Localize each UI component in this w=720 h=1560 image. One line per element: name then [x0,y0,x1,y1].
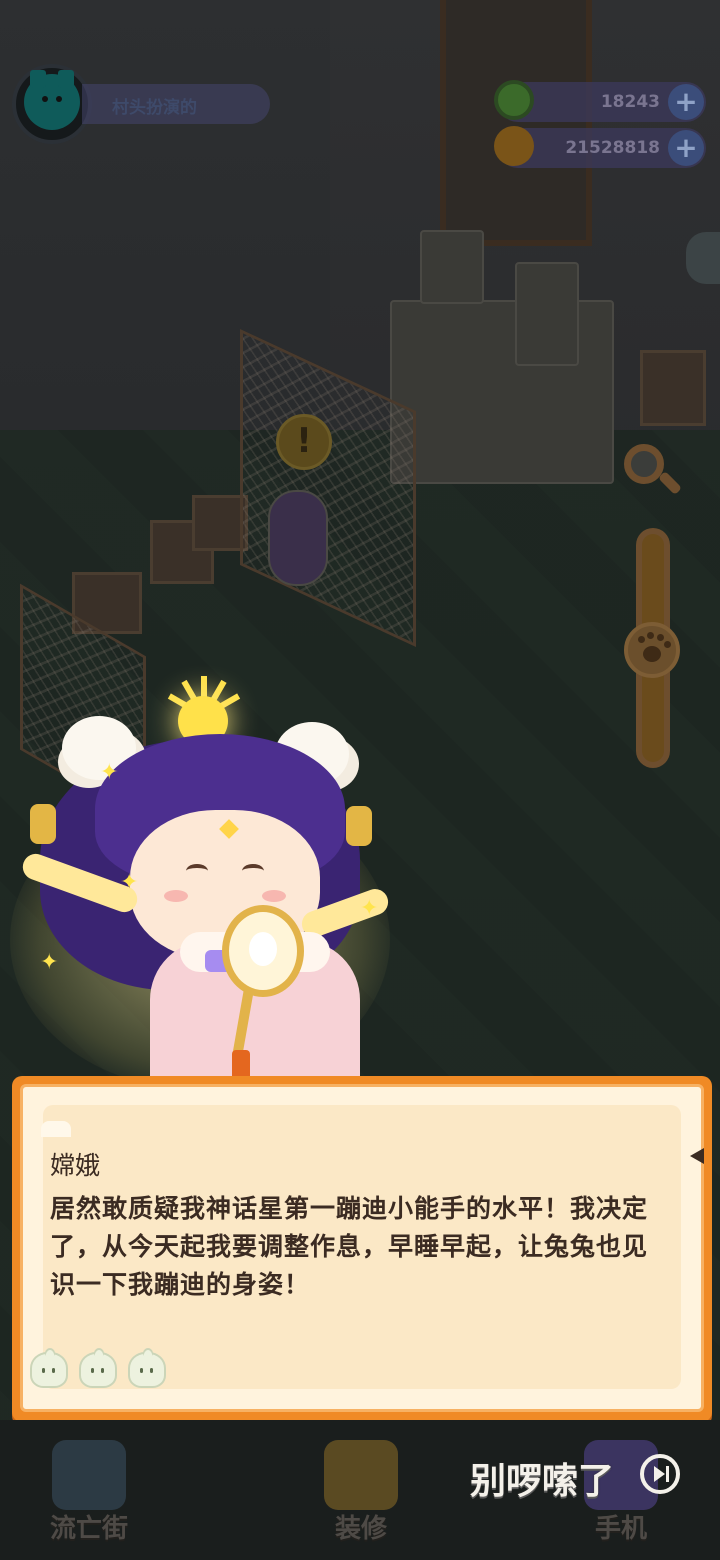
sparkle-icon: ✦ [100,760,119,785]
wall-frame [440,0,592,246]
npc-character [268,490,328,586]
currency-donut: 18243 + [494,80,706,122]
planet-coin-icon [494,126,534,166]
nav-label: 手机 [594,1514,647,1544]
nav-decorate-button[interactable]: 装修 [306,1440,416,1550]
currency-value: 18243 [600,92,660,112]
add-currency-button[interactable]: + [668,130,704,166]
green-donut-coin-icon [494,80,534,120]
crate [640,350,706,426]
bun-decoration [30,1352,172,1392]
street-icon [52,1440,126,1510]
zoom-magnifier-icon[interactable] [620,440,684,500]
bun-icon [128,1352,167,1388]
sparkle-icon: ✦ [360,896,379,921]
small-appliance [515,262,579,366]
dialog-box[interactable]: 嫦娥 居然敢质疑我神话星第一蹦迪小能手的水平！我决定了，从今天起我要调整作息，早… [12,1076,712,1422]
hand-mirror-icon [222,905,304,997]
player-profile[interactable]: 村头扮演的 [12,64,270,144]
decorate-icon [324,1440,398,1510]
skip-dialog-button[interactable]: 别啰嗦了 [470,1452,614,1504]
dialog-indicator-icon [690,1148,704,1164]
quest-alert-icon[interactable]: ! [276,414,332,470]
nav-label: 流亡街 [49,1514,128,1544]
player-name: 村头扮演的 [112,98,197,118]
sun-crown-icon [148,676,258,746]
sparkle-icon: ✦ [40,950,59,975]
currency-planet: 21528818 + [494,126,706,168]
dialog-text: 居然敢质疑我神话星第一蹦迪小能手的水平！我决定了，从今天起我要调整作息，早睡早起… [50,1194,649,1299]
currency-value: 21528818 [565,138,660,158]
player-name-plate: 村头扮演的 [82,84,270,124]
bun-icon [30,1352,68,1388]
sparkle-icon: ✦ [120,870,139,895]
speaker-name: 嫦娥 [50,1151,101,1180]
paw-slider-handle-icon[interactable] [624,622,680,678]
skip-forward-icon[interactable] [640,1454,680,1494]
avatar[interactable] [24,70,80,130]
small-appliance [420,230,484,304]
add-currency-button[interactable]: + [668,84,704,120]
nav-label: 装修 [334,1514,387,1544]
nav-street-button[interactable]: 流亡街 [34,1440,144,1550]
washing-machine-stack [390,300,614,484]
side-tool-button[interactable] [686,232,720,284]
bun-icon [79,1352,118,1388]
change-character-portrait: ✦ ✦ ✦ ✦ [0,670,400,1100]
